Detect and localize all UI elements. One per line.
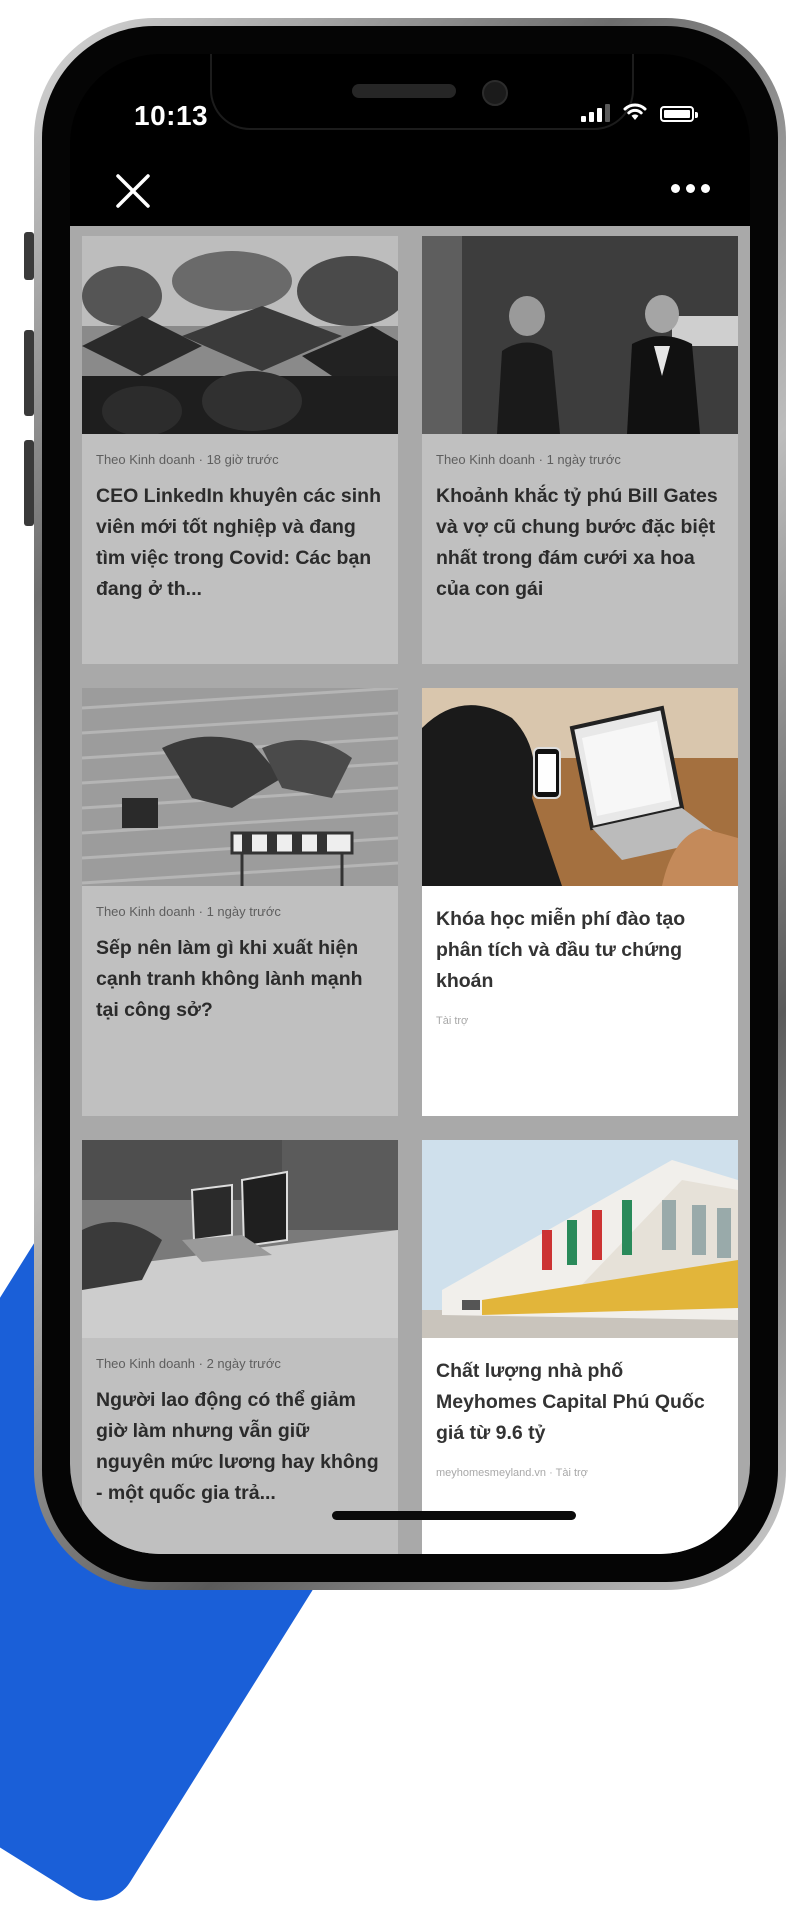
office-laptops-thumbnail	[82, 1140, 398, 1338]
status-icons	[581, 102, 698, 122]
status-bar: 10:13	[70, 54, 750, 154]
article-title: Khoảnh khắc tỷ phú Bill Gates và vợ cũ c…	[436, 485, 718, 600]
news-feed-grid: Theo Kinh doanh · 18 giờ trước CEO Linke…	[70, 226, 750, 1554]
article-title: CEO LinkedIn khuyên các sinh viên mới tố…	[96, 485, 381, 600]
card-body: Khóa học miễn phí đào tạo phân tích và đ…	[422, 886, 738, 1027]
news-card[interactable]: Theo Kinh doanh · 2 ngày trước Người lao…	[82, 1140, 398, 1554]
phone-volume-down-button	[24, 440, 34, 526]
phone-side-button	[24, 232, 34, 280]
news-card[interactable]: Theo Kinh doanh · 1 ngày trước Khoảnh kh…	[422, 236, 738, 664]
card-body: Chất lượng nhà phố Meyhomes Capital Phú …	[422, 1338, 738, 1479]
toolbar	[70, 154, 750, 226]
more-options-button[interactable]	[665, 178, 716, 199]
graduation-caps-thumbnail	[82, 236, 398, 434]
battery-icon	[660, 106, 698, 122]
more-horizontal-icon-dot	[671, 184, 680, 193]
wedding-couple-thumbnail	[422, 236, 738, 434]
more-horizontal-icon-dot	[701, 184, 710, 193]
phone-volume-up-button	[24, 330, 34, 416]
news-card[interactable]: Theo Kinh doanh · 1 ngày trước Sếp nên l…	[82, 688, 398, 1116]
close-icon	[116, 174, 150, 208]
article-title: Sếp nên làm gì khi xuất hiện cạnh tranh …	[96, 937, 363, 1021]
card-body: Theo Kinh doanh · 1 ngày trước Sếp nên l…	[82, 886, 398, 1026]
speaker-grille	[352, 84, 456, 98]
sponsored-card[interactable]: Chất lượng nhà phố Meyhomes Capital Phú …	[422, 1140, 738, 1554]
card-body: Theo Kinh doanh · 2 ngày trước Người lao…	[82, 1338, 398, 1509]
phone-screen: 10:13 Theo Kinh doanh · 18 giờ trước CEO…	[70, 54, 750, 1554]
sponsored-card[interactable]: Khóa học miễn phí đào tạo phân tích và đ…	[422, 688, 738, 1116]
sponsored-label: Tài trợ	[436, 1015, 469, 1027]
business-race-illustration-thumbnail	[82, 688, 398, 886]
phone-bezel: 10:13 Theo Kinh doanh · 18 giờ trước CEO…	[42, 26, 778, 1582]
article-source: Theo Kinh doanh · 2 ngày trước	[96, 1356, 281, 1371]
notch	[210, 54, 634, 130]
article-source: Theo Kinh doanh · 18 giờ trước	[96, 452, 279, 467]
phone-frame: 10:13 Theo Kinh doanh · 18 giờ trước CEO…	[34, 18, 786, 1590]
status-time: 10:13	[134, 100, 209, 131]
card-body: Theo Kinh doanh · 18 giờ trước CEO Linke…	[82, 434, 398, 605]
article-title: Người lao động có thể giảm giờ làm nhưng…	[96, 1389, 379, 1504]
cellular-signal-icon	[581, 102, 610, 122]
ad-title: Chất lượng nhà phố Meyhomes Capital Phú …	[436, 1360, 705, 1444]
wifi-icon	[623, 103, 647, 120]
article-source: Theo Kinh doanh · 1 ngày trước	[96, 904, 281, 919]
close-button[interactable]	[110, 168, 156, 214]
ad-title: Khóa học miễn phí đào tạo phân tích và đ…	[436, 908, 686, 992]
article-source: Theo Kinh doanh · 1 ngày trước	[436, 452, 621, 467]
home-indicator[interactable]	[332, 1511, 576, 1520]
laptop-phone-thumbnail	[422, 688, 738, 886]
townhouse-building-thumbnail	[422, 1140, 738, 1338]
more-horizontal-icon-dot	[686, 184, 695, 193]
card-body: Theo Kinh doanh · 1 ngày trước Khoảnh kh…	[422, 434, 738, 605]
news-card[interactable]: Theo Kinh doanh · 18 giờ trước CEO Linke…	[82, 236, 398, 664]
front-camera	[482, 80, 508, 106]
sponsored-label: meyhomesmeyland.vn · Tài trợ	[436, 1467, 588, 1479]
